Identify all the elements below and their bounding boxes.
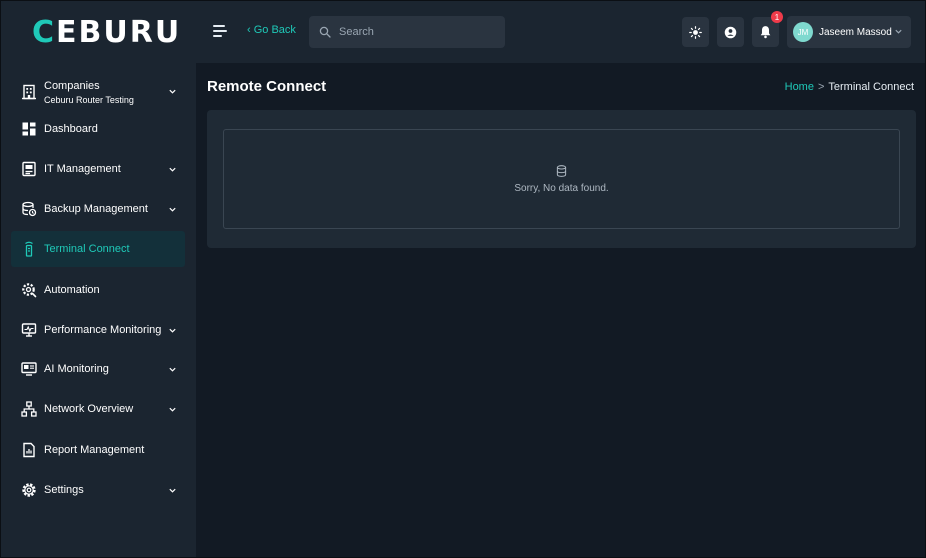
breadcrumb-home-link[interactable]: Home bbox=[785, 81, 814, 93]
sidebar-item-label: Dashboard bbox=[44, 123, 98, 135]
sidebar-item-automation[interactable]: Automation bbox=[11, 272, 185, 308]
breadcrumb: Home > Terminal Connect bbox=[785, 81, 914, 93]
user-menu[interactable]: JM Jaseem Massod bbox=[787, 16, 911, 48]
chevron-down-icon bbox=[169, 367, 176, 372]
sidebar-item-label: Automation bbox=[44, 284, 100, 296]
hamburger-menu-icon[interactable] bbox=[213, 25, 227, 39]
sidebar-item-companies[interactable]: Companies Ceburu Router Testing bbox=[11, 70, 185, 114]
search-box[interactable] bbox=[309, 16, 505, 48]
terminal-icon bbox=[25, 241, 33, 257]
user-circle-icon bbox=[724, 26, 737, 38]
sidebar-item-label: Backup Management bbox=[44, 203, 148, 215]
empty-state: Sorry, No data found. bbox=[223, 129, 900, 229]
chevron-down-icon bbox=[169, 407, 176, 412]
sidebar-item-label: IT Management bbox=[44, 163, 121, 175]
empty-state-message: Sorry, No data found. bbox=[514, 182, 609, 194]
network-icon bbox=[21, 401, 37, 417]
company-label: Companies bbox=[44, 79, 100, 92]
page-title: Remote Connect bbox=[207, 78, 327, 95]
chevron-down-icon bbox=[169, 488, 176, 493]
sidebar-item-ai-monitoring[interactable]: AI Monitoring bbox=[11, 351, 185, 387]
sidebar-item-network-overview[interactable]: Network Overview bbox=[11, 391, 185, 427]
chevron-down-icon bbox=[169, 89, 176, 94]
chevron-down-icon bbox=[169, 328, 176, 333]
theme-toggle-button[interactable] bbox=[682, 17, 709, 47]
report-icon bbox=[23, 442, 35, 458]
notification-count-badge: 1 bbox=[771, 11, 783, 23]
user-name: Jaseem Massod bbox=[819, 26, 892, 38]
top-bar: CEBURU ‹ Go Back Search 1 JM Jaseem Mass… bbox=[1, 1, 925, 63]
breadcrumb-current: Terminal Connect bbox=[828, 81, 914, 93]
gear-icon bbox=[22, 483, 36, 497]
database-icon bbox=[556, 164, 567, 177]
ceburu-logo[interactable]: CEBURU bbox=[32, 15, 181, 50]
backup-icon bbox=[22, 201, 37, 217]
breadcrumb-separator: > bbox=[817, 81, 825, 93]
sidebar-item-label: Settings bbox=[44, 484, 84, 496]
sidebar-item-performance-monitoring[interactable]: Performance Monitoring bbox=[11, 312, 185, 348]
sidebar-item-label: Network Overview bbox=[44, 403, 134, 415]
sidebar-item-settings[interactable]: Settings bbox=[11, 472, 185, 508]
chevron-down-icon bbox=[169, 207, 176, 212]
sidebar-item-label: AI Monitoring bbox=[44, 363, 109, 375]
building-icon bbox=[22, 84, 36, 100]
sidebar-item-terminal-connect[interactable]: Terminal Connect bbox=[11, 231, 185, 267]
dashboard-icon bbox=[22, 122, 36, 136]
search-icon bbox=[319, 26, 331, 38]
logo-text: EBURU bbox=[56, 15, 182, 50]
avatar: JM bbox=[793, 22, 813, 42]
search-input[interactable] bbox=[339, 26, 489, 38]
remote-connect-card: Sorry, No data found. bbox=[207, 110, 916, 248]
bell-icon bbox=[760, 26, 771, 39]
sidebar-item-dashboard[interactable]: Dashboard bbox=[11, 111, 185, 147]
chevron-down-icon bbox=[895, 29, 902, 34]
it-management-icon bbox=[22, 161, 36, 177]
logo-accent-letter: C bbox=[32, 15, 57, 50]
notifications-button[interactable]: 1 bbox=[752, 11, 783, 47]
sidebar-item-report-management[interactable]: Report Management bbox=[11, 432, 185, 468]
sidebar-item-label: Terminal Connect bbox=[44, 243, 130, 255]
monitor-icon bbox=[21, 323, 37, 337]
sidebar-item-backup-management[interactable]: Backup Management bbox=[11, 191, 185, 227]
chevron-down-icon bbox=[169, 167, 176, 172]
sidebar-item-label: Report Management bbox=[44, 444, 145, 456]
ai-monitoring-icon bbox=[21, 362, 37, 376]
automation-icon bbox=[22, 283, 37, 298]
sidebar-item-it-management[interactable]: IT Management bbox=[11, 151, 185, 187]
sidebar-item-label: Performance Monitoring bbox=[44, 324, 162, 336]
company-name: Ceburu Router Testing bbox=[44, 94, 134, 105]
sun-icon bbox=[689, 25, 702, 39]
account-button[interactable] bbox=[717, 17, 744, 47]
app-window: CEBURU ‹ Go Back Search 1 JM Jaseem Mass… bbox=[0, 0, 926, 558]
sidebar: Companies Ceburu Router Testing Dashboar… bbox=[1, 63, 196, 557]
go-back-link[interactable]: ‹ Go Back bbox=[247, 24, 296, 36]
